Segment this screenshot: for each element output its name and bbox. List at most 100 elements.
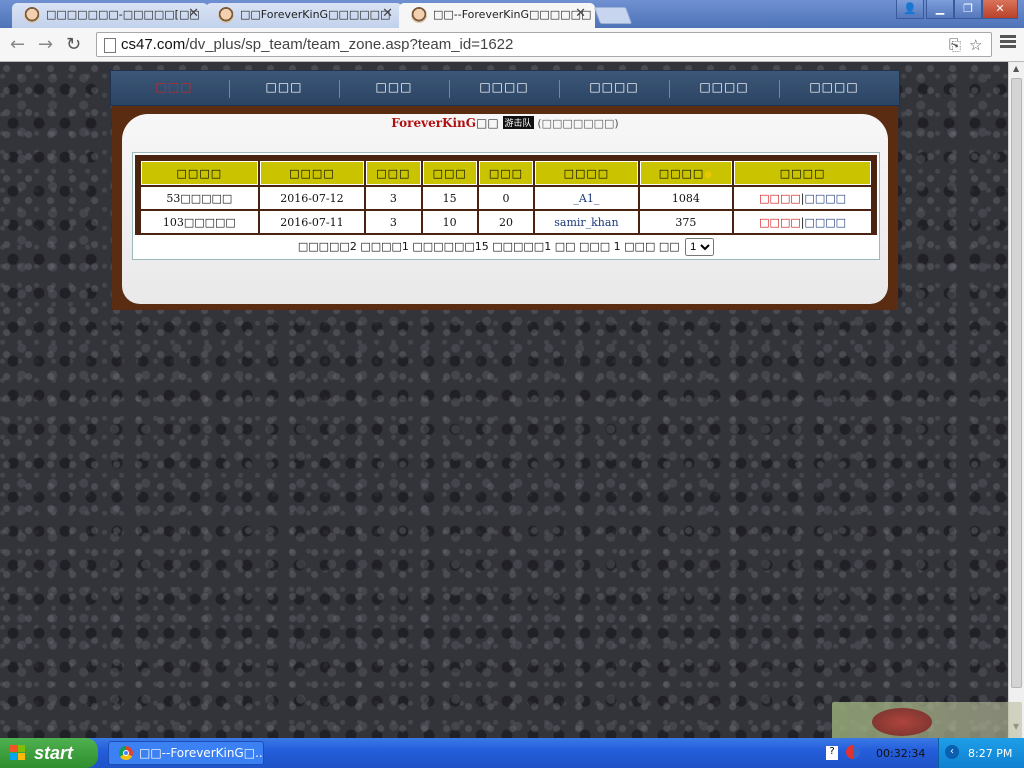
team-name[interactable]: ForeverKinG — [391, 116, 476, 130]
tab-close-icon[interactable]: ✕ — [575, 6, 586, 21]
avatar-favicon-icon — [218, 7, 234, 23]
watermark-emblem-icon — [872, 708, 932, 736]
url-path: /dv_plus/sp_team/team_zone.asp?team_id=1… — [185, 36, 514, 53]
restore-button[interactable]: ❐ — [954, 0, 982, 19]
records-table-frame: □□□□ □□□□ □□□ □□□ □□□ □□□□ □□□□● □□□□ 53… — [135, 155, 877, 235]
page-viewport: □□□ □□□ □□□ □□□□ □□□□ □□□□ □□□□ ForeverK… — [0, 62, 1008, 738]
nav-item-6[interactable]: □□□□ — [779, 80, 889, 94]
new-tab-button[interactable] — [593, 7, 633, 24]
table-row: 103□□□□□ 2016-07-11 3 10 20 samir_khan 3… — [141, 211, 871, 233]
system-clock: 8:27 PM — [968, 747, 1013, 760]
windows-taskbar: start □□--ForeverKinG□... ? 00:32:34 ‹ 8… — [0, 738, 1024, 768]
cell-date: 2016-07-11 — [259, 211, 365, 233]
reload-icon[interactable]: ↻ — [66, 34, 81, 55]
column-header: □□□□ — [141, 161, 258, 185]
browser-tab-1[interactable]: □□□□□□□-□□□□□[□□ ✕ — [12, 3, 208, 28]
tab-title: □□□□□□□-□□□□□[□□ — [46, 8, 200, 21]
task-label: □□--ForeverKinG□... — [139, 746, 264, 760]
team-note: (□□□□□□□) — [537, 117, 619, 130]
cell-match: 53□□□□□ — [141, 187, 258, 209]
column-header: □□□□ — [259, 161, 365, 185]
site-logo[interactable]: □□□ — [119, 80, 229, 94]
cell-score: 375 — [639, 211, 733, 233]
edit-link[interactable]: □□□□ — [804, 216, 846, 229]
cell-value: 3 — [366, 211, 421, 233]
close-button[interactable]: ✕ — [982, 0, 1018, 19]
help-icon[interactable]: ? — [826, 746, 838, 760]
scrollbar-thumb[interactable] — [1011, 78, 1022, 688]
address-bar[interactable]: cs47.com/dv_plus/sp_team/team_zone.asp?t… — [96, 32, 992, 57]
back-icon[interactable]: ← — [10, 34, 25, 55]
team-zone-frame: ForeverKinG□□ 游击队 (□□□□□□□) □□□□ □□□□ □□… — [112, 106, 898, 310]
windows-flag-icon — [10, 745, 26, 761]
cell-player-link[interactable]: samir_khan — [535, 211, 638, 233]
minimize-button[interactable]: ▁ — [926, 0, 954, 19]
column-header-label: □□□□ — [658, 166, 705, 180]
team-type-badge: 游击队 — [502, 116, 534, 129]
team-zone-panel: ForeverKinG□□ 游击队 (□□□□□□□) □□□□ □□□□ □□… — [122, 114, 888, 304]
tray-app-icon[interactable] — [846, 745, 860, 759]
column-header: □□□□ — [734, 161, 871, 185]
pagination-bar: □□□□□2 □□□□1 □□□□□□15 □□□□□1 □□ □□□ 1 □□… — [133, 238, 879, 256]
start-label: start — [34, 743, 74, 763]
nav-item-1[interactable]: □□□ — [229, 80, 339, 94]
column-header: □□□ — [478, 161, 534, 185]
tab-title: □□ForeverKinG□□□□□□ — [240, 8, 391, 21]
menu-icon[interactable] — [1000, 35, 1016, 51]
team-name-suffix: □□ — [476, 116, 499, 130]
page-select[interactable]: 1 — [685, 238, 715, 256]
view-link[interactable]: □□□□ — [759, 216, 801, 229]
records-table: □□□□ □□□□ □□□ □□□ □□□ □□□□ □□□□● □□□□ 53… — [139, 159, 873, 235]
cell-value: 15 — [422, 187, 477, 209]
column-header-score: □□□□● — [639, 161, 733, 185]
page-icon — [104, 38, 116, 53]
edit-link[interactable]: □□□□ — [804, 192, 846, 205]
column-header: □□□ — [422, 161, 477, 185]
nav-item-3[interactable]: □□□□ — [449, 80, 559, 94]
translate-icon[interactable]: ⎘ — [949, 36, 961, 54]
cell-actions: □□□□|□□□□ — [734, 187, 871, 209]
pagination-text: □□□□□2 □□□□1 □□□□□□15 □□□□□1 □□ □□□ 1 □□… — [297, 240, 680, 253]
cell-value: 10 — [422, 211, 477, 233]
site-navigation: □□□ □□□ □□□ □□□□ □□□□ □□□□ □□□□ — [110, 70, 900, 106]
view-link[interactable]: □□□□ — [759, 192, 801, 205]
team-heading: ForeverKinG□□ 游击队 (□□□□□□□) — [122, 116, 888, 130]
browser-tab-3[interactable]: □□--ForeverKinG□□□□□□ ✕ — [399, 3, 595, 29]
user-icon[interactable]: 👤 — [896, 0, 924, 19]
cell-player-link[interactable]: _A1_ — [535, 187, 638, 209]
cell-date: 2016-07-12 — [259, 187, 365, 209]
cell-value: 3 — [366, 187, 421, 209]
forward-icon[interactable]: → — [38, 34, 53, 55]
bookmark-star-icon[interactable]: ☆ — [969, 36, 982, 54]
coin-icon: ● — [704, 169, 714, 180]
scroll-up-icon[interactable]: ▲ — [1013, 64, 1019, 73]
nav-item-2[interactable]: □□□ — [339, 80, 449, 94]
tab-close-icon[interactable]: ✕ — [382, 6, 393, 21]
tab-title: □□--ForeverKinG□□□□□□ — [433, 8, 592, 21]
avatar-favicon-icon — [24, 7, 40, 23]
browser-tab-2[interactable]: □□ForeverKinG□□□□□□ ✕ — [206, 3, 402, 28]
cell-actions: □□□□|□□□□ — [734, 211, 871, 233]
cell-match: 103□□□□□ — [141, 211, 258, 233]
column-header: □□□ — [366, 161, 421, 185]
cell-value: 20 — [478, 211, 534, 233]
url-text[interactable]: cs47.com/dv_plus/sp_team/team_zone.asp?t… — [121, 36, 513, 53]
column-header: □□□□ — [535, 161, 638, 185]
nav-item-4[interactable]: □□□□ — [559, 80, 669, 94]
avatar-favicon-icon — [411, 7, 427, 23]
browser-toolbar: ← → ↻ cs47.com/dv_plus/sp_team/team_zone… — [0, 28, 1024, 62]
records-box: □□□□ □□□□ □□□ □□□ □□□ □□□□ □□□□● □□□□ 53… — [132, 152, 880, 260]
nav-item-5[interactable]: □□□□ — [669, 80, 779, 94]
cell-value: 0 — [478, 187, 534, 209]
tab-strip: □□□□□□□-□□□□□[□□ ✕ □□ForeverKinG□□□□□□ ✕… — [0, 0, 1024, 29]
tray-chevron-icon[interactable]: ‹ — [945, 745, 959, 759]
cell-score: 1084 — [639, 187, 733, 209]
timer-readout: 00:32:34 — [876, 747, 926, 760]
table-row: 53□□□□□ 2016-07-12 3 15 0 _A1_ 1084 □□□□… — [141, 187, 871, 209]
tab-close-icon[interactable]: ✕ — [188, 6, 199, 21]
vertical-scrollbar[interactable]: ▲ ▼ — [1008, 62, 1024, 738]
table-header-row: □□□□ □□□□ □□□ □□□ □□□ □□□□ □□□□● □□□□ — [141, 161, 871, 185]
chrome-icon — [119, 746, 133, 760]
taskbar-window-button[interactable]: □□--ForeverKinG□... — [108, 741, 264, 765]
start-button[interactable]: start — [0, 738, 98, 768]
